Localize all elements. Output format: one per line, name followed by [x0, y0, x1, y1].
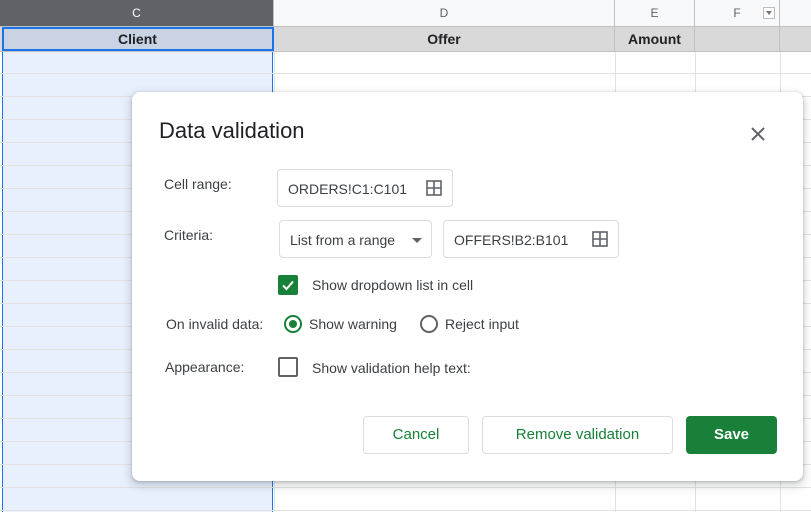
grid-icon[interactable] [426, 180, 442, 196]
dialog-title: Data validation [159, 118, 305, 143]
on-invalid-label: On invalid data: [166, 316, 264, 332]
criteria-range-value: OFFERS!B2:B101 [454, 232, 569, 248]
column-header-f[interactable]: F [695, 0, 780, 26]
header-row: Client Offer Amount [0, 27, 811, 52]
grid-icon[interactable] [592, 231, 608, 247]
column-header-e[interactable]: E [615, 0, 695, 26]
filter-icon[interactable] [763, 7, 775, 19]
cell-range-label: Cell range: [164, 176, 232, 192]
show-warning-label: Show warning [309, 316, 397, 332]
cell-range-field[interactable]: ORDERS!C1:C101 [277, 169, 453, 207]
checkmark-icon [282, 280, 294, 291]
appearance-label: Appearance: [165, 359, 245, 375]
column-header-d[interactable]: D [274, 0, 615, 26]
column-header-row: C D E F [0, 0, 811, 27]
column-header-f-label: F [733, 6, 741, 20]
header-cell-amount[interactable]: Amount [615, 27, 695, 51]
remove-validation-button[interactable]: Remove validation [482, 416, 673, 454]
criteria-type-select[interactable]: List from a range [279, 220, 432, 258]
criteria-label: Criteria: [164, 227, 214, 243]
reject-input-radio[interactable] [420, 315, 438, 333]
header-cell-client[interactable]: Client [2, 27, 274, 51]
criteria-range-field[interactable]: OFFERS!B2:B101 [443, 220, 619, 258]
grid-row-line [0, 487, 811, 488]
header-cell-f[interactable] [695, 27, 780, 51]
show-dropdown-checkbox[interactable] [278, 275, 298, 295]
show-dropdown-label: Show dropdown list in cell [312, 277, 474, 293]
cell-range-value: ORDERS!C1:C101 [288, 181, 408, 197]
column-header-c[interactable]: C [0, 0, 274, 26]
help-text-label: Show validation help text: [312, 360, 471, 376]
grid-row-line [0, 73, 811, 74]
reject-input-label: Reject input [445, 316, 519, 332]
cancel-button[interactable]: Cancel [363, 416, 469, 454]
show-warning-radio[interactable] [284, 315, 302, 333]
close-icon[interactable] [746, 122, 770, 146]
criteria-type-value: List from a range [290, 232, 396, 248]
save-button[interactable]: Save [686, 416, 777, 454]
data-validation-dialog: Data validation Cell range: ORDERS!C1:C1… [132, 92, 803, 481]
header-cell-g[interactable] [780, 27, 811, 51]
help-text-checkbox[interactable] [278, 357, 298, 377]
chevron-down-icon [412, 238, 422, 243]
header-cell-offer[interactable]: Offer [274, 27, 615, 51]
grid-row-line [0, 510, 811, 511]
column-header-g[interactable] [780, 0, 811, 26]
